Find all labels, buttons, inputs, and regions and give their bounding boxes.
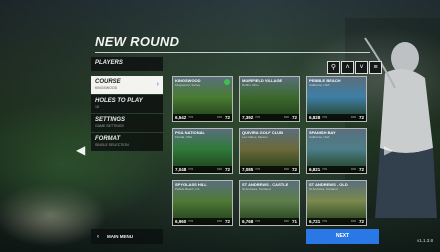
menu-item-label: PLAYERS	[95, 60, 123, 66]
menu-item-value: KINGSWOOD	[95, 86, 118, 90]
menu-item-label: HOLES TO PLAY	[95, 98, 143, 104]
course-yardage: 6,542	[175, 115, 187, 120]
menu-item-settings[interactable]: SETTINGS GAME SETTINGS	[91, 114, 163, 132]
menu-item-label: COURSE	[95, 79, 121, 85]
yardage-unit: YDS	[255, 220, 261, 223]
menu-item-label: FORMAT	[95, 136, 121, 142]
course-card[interactable]: ST ANDREWS - CASTLE St Andrews, Scotland 6…	[239, 180, 300, 226]
menu-item-holes-to-play[interactable]: HOLES TO PLAY 18	[91, 95, 163, 113]
course-yardage: 7,392	[242, 115, 254, 120]
course-card[interactable]: ST ANDREWS - OLD St Andrews, Scotland 6,72…	[306, 180, 367, 226]
title-divider	[95, 52, 370, 53]
chevron-down-icon[interactable]: ˅	[355, 61, 368, 74]
yardage-unit: YDS	[255, 116, 261, 119]
page-title: NEW ROUND	[95, 34, 180, 49]
par-unit: PAR	[284, 220, 289, 223]
course-location: St Andrews, Scotland	[309, 187, 338, 191]
menu-item-value: SINGLE SELECTION	[95, 143, 129, 147]
par-unit: PAR	[217, 168, 222, 171]
course-card[interactable]: KINGSWOOD Kingswood, Surrey 6,542 YDS PAR 72	[172, 76, 233, 122]
yardage-unit: YDS	[188, 168, 194, 171]
yardage-unit: YDS	[322, 116, 328, 119]
main-menu-button[interactable]: ‹ MAIN MENU	[91, 229, 163, 244]
previous-page-arrow[interactable]: ◀	[76, 143, 85, 157]
game-screen: NEW ROUND ◀ ▶ PLAYERS COURSE KINGSWOOD ›…	[0, 0, 440, 252]
par-unit: PAR	[217, 116, 222, 119]
par-unit: PAR	[284, 116, 289, 119]
course-location: Pebble Beach, CA	[175, 187, 200, 191]
search-icon[interactable]: ⚲	[327, 61, 340, 74]
next-button[interactable]: NEXT	[306, 229, 379, 244]
course-par: 72	[224, 167, 230, 172]
course-grid: KINGSWOOD Kingswood, Surrey 6,542 YDS PAR 72 M…	[172, 76, 367, 226]
yardage-unit: YDS	[322, 220, 328, 223]
par-unit: PAR	[351, 220, 356, 223]
menu-item-value: GAME SETTINGS	[95, 124, 124, 128]
course-yardage: 6,768	[242, 219, 254, 224]
course-yardage: 6,960	[175, 219, 187, 224]
course-card[interactable]: PEBBLE BEACH California, USA 6,828 YDS PAR 72	[306, 76, 367, 122]
menu-item-players[interactable]: PLAYERS	[91, 57, 163, 71]
course-par: 71	[291, 219, 297, 224]
par-unit: PAR	[351, 116, 356, 119]
yardage-unit: YDS	[188, 220, 194, 223]
course-par: 72	[358, 167, 364, 172]
course-card[interactable]: SPANISH BAY California, USA 6,821 YDS PAR 72	[306, 128, 367, 174]
course-par: 72	[358, 115, 364, 120]
course-par: 72	[291, 167, 297, 172]
next-page-arrow[interactable]: ▶	[384, 143, 393, 157]
course-card[interactable]: QUIVIRA GOLF CLUB Los Cabos, Mexico 7,085 Y…	[239, 128, 300, 174]
course-yardage: 7,085	[242, 167, 254, 172]
course-par: 72	[358, 219, 364, 224]
course-yardage: 7,048	[175, 167, 187, 172]
menu-item-label: SETTINGS	[95, 117, 126, 123]
course-par: 72	[224, 115, 230, 120]
par-unit: PAR	[217, 220, 222, 223]
course-card[interactable]: MUIRFIELD VILLAGE Dublin, Ohio 7,392 YDS PAR…	[239, 76, 300, 122]
main-menu-label: MAIN MENU	[107, 234, 133, 239]
course-yardage: 6,721	[309, 219, 321, 224]
course-par: 72	[291, 115, 297, 120]
yardage-unit: YDS	[322, 168, 328, 171]
yardage-unit: YDS	[255, 168, 261, 171]
course-location: Kingswood, Surrey	[175, 83, 201, 87]
menu-item-value: 18	[95, 105, 99, 109]
list-icon[interactable]: ≡	[369, 61, 382, 74]
course-par: 72	[224, 219, 230, 224]
course-location: St Andrews, Scotland	[242, 187, 271, 191]
version-label: v1.1.3.8	[417, 238, 434, 243]
course-card[interactable]: SPYGLASS HILL Pebble Beach, CA 6,960 YDS PAR…	[172, 180, 233, 226]
course-yardage: 6,828	[309, 115, 321, 120]
chevron-right-icon: ›	[156, 81, 159, 88]
course-location: Florida, USA	[175, 135, 193, 139]
course-yardage: 6,821	[309, 167, 321, 172]
selected-check-icon	[224, 79, 230, 85]
chevron-left-icon: ‹	[97, 234, 99, 240]
course-location: California, USA	[309, 135, 330, 139]
par-unit: PAR	[284, 168, 289, 171]
yardage-unit: YDS	[188, 116, 194, 119]
chevron-up-icon[interactable]: ˄	[341, 61, 354, 74]
menu-item-course[interactable]: COURSE KINGSWOOD ›	[91, 76, 163, 94]
course-location: California, USA	[309, 83, 330, 87]
course-location: Los Cabos, Mexico	[242, 135, 268, 139]
menu-item-format[interactable]: FORMAT SINGLE SELECTION	[91, 133, 163, 151]
course-location: Dublin, Ohio	[242, 83, 259, 87]
course-card[interactable]: PGA NATIONAL Florida, USA 7,048 YDS PAR 72	[172, 128, 233, 174]
par-unit: PAR	[351, 168, 356, 171]
